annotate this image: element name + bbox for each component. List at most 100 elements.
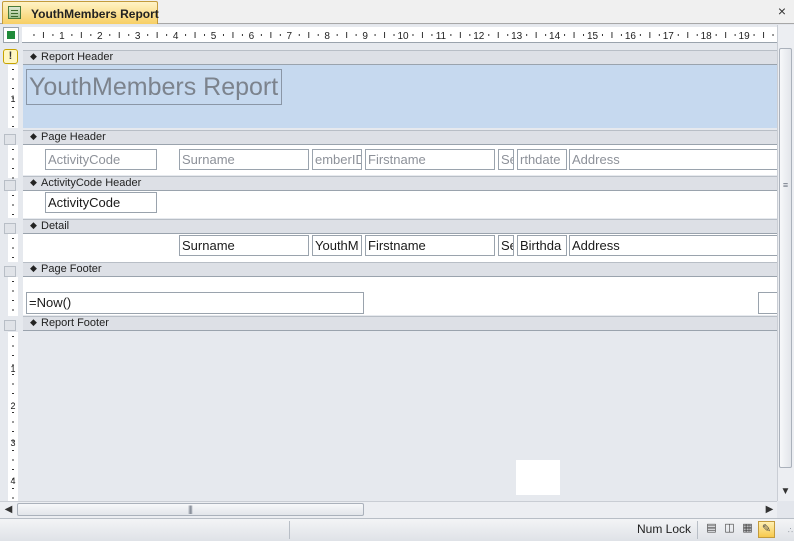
ruler-tick [298, 34, 300, 36]
field-activitycode[interactable]: ActivityCode [45, 192, 157, 213]
ruler-tick [12, 355, 14, 356]
report-view-icon[interactable]: ▤ [703, 521, 720, 538]
ruler-tick [421, 32, 423, 38]
ruler-tick [336, 34, 338, 36]
ruler-tick [12, 469, 14, 470]
ruler-tick [12, 393, 14, 394]
report-header-band[interactable]: YouthMembers Report [23, 65, 777, 128]
design-view-icon[interactable]: ✎ [758, 521, 775, 538]
page-header-bar[interactable]: ◆ Page Header [23, 130, 777, 145]
page-header-label: Page Header [41, 131, 106, 143]
ruler-tick [12, 257, 14, 258]
page-footer-bar[interactable]: ◆ Page Footer [23, 262, 777, 277]
field-firstname[interactable]: Firstname [365, 235, 495, 256]
ruler-number: 13 [511, 31, 523, 42]
activitycode-header-band[interactable]: ActivityCode [23, 191, 777, 218]
ruler-tick [12, 309, 14, 311]
ruler-tick [601, 34, 603, 36]
warning-icon[interactable]: ! [3, 49, 18, 64]
ruler-tick [374, 34, 376, 36]
ruler-number: 4 [173, 31, 179, 42]
ruler-tick [355, 34, 357, 36]
horizontal-ruler[interactable]: 1 2 3 4 5 6 7 8 9 10 11 12 13 14 15 16 17 18 19 [22, 27, 777, 43]
ruler-tick [620, 34, 622, 36]
ruler-tick [12, 421, 14, 423]
ruler-tick [715, 34, 717, 36]
ruler-tick [222, 34, 224, 36]
ruler-tick [33, 34, 35, 36]
ruler-tick [156, 32, 158, 38]
ruler-number: 1 [10, 364, 15, 374]
page-header-selector[interactable] [4, 134, 16, 145]
ruler-tick [42, 32, 44, 38]
ruler-tick [753, 34, 755, 36]
field-page-number[interactable] [758, 292, 777, 314]
ruler-tick [12, 383, 14, 385]
scroll-left-icon[interactable]: ◀ [1, 502, 16, 517]
field-now-expression[interactable]: =Now() [26, 292, 364, 314]
close-icon[interactable]: × [774, 3, 790, 19]
report-selector-button[interactable] [3, 27, 19, 43]
scroll-down-icon[interactable]: ▼ [777, 484, 794, 500]
label-surname[interactable]: Surname [179, 149, 309, 170]
ruler-tick [639, 34, 641, 36]
ruler-number: 15 [587, 31, 599, 42]
ruler-tick [194, 32, 196, 38]
scroll-right-icon[interactable]: ▶ [762, 502, 777, 517]
report-footer-selector[interactable] [4, 320, 16, 331]
field-birthdate[interactable]: Birthda [517, 235, 567, 256]
layout-view-icon[interactable]: ▦ [739, 521, 756, 538]
ruler-number: 10 [397, 31, 409, 42]
scroll-grip-icon: ≡ [782, 180, 789, 190]
ruler-tick [459, 32, 461, 38]
ruler-number: 19 [739, 31, 751, 42]
ruler-tick [12, 168, 14, 169]
field-sex[interactable]: Se [498, 235, 514, 256]
resize-grip-icon[interactable]: ∴ [781, 527, 793, 540]
ruler-number: 14 [549, 31, 561, 42]
detail-bar[interactable]: ◆ Detail [23, 219, 777, 234]
ruler-tick [12, 300, 14, 301]
ruler-number: 3 [10, 438, 15, 448]
ruler-number: 3 [135, 31, 141, 42]
document-tab-youthmembers-report[interactable]: YouthMembers Report [2, 1, 159, 24]
ruler-number: 12 [473, 31, 485, 42]
label-sex[interactable]: Se [498, 149, 514, 170]
ruler-tick [469, 34, 471, 36]
activitycode-header-bar[interactable]: ◆ ActivityCode Header [23, 176, 777, 191]
section-arrow-icon: ◆ [30, 131, 37, 141]
field-address[interactable]: Address [569, 235, 781, 256]
label-address[interactable]: Address [569, 149, 781, 170]
detail-band[interactable]: Surname YouthM Firstname Se Birthda Addr… [23, 234, 781, 262]
field-youthmemberid[interactable]: YouthM [312, 235, 362, 256]
label-activitycode[interactable]: ActivityCode [45, 149, 157, 170]
section-arrow-icon: ◆ [30, 51, 37, 61]
report-footer-bar[interactable]: ◆ Report Footer [23, 316, 777, 331]
ruler-tick [270, 32, 272, 38]
print-preview-icon[interactable]: ◫ [721, 521, 738, 538]
field-surname[interactable]: Surname [179, 235, 309, 256]
activitycode-header-selector[interactable] [4, 180, 16, 191]
ruler-tick [497, 32, 499, 38]
ruler-tick [763, 32, 765, 38]
vertical-scroll-thumb[interactable] [779, 48, 792, 468]
label-birthdate[interactable]: rthdate [517, 149, 567, 170]
ruler-tick [241, 34, 243, 36]
detail-selector[interactable] [4, 223, 16, 234]
label-firstname[interactable]: Firstname [365, 149, 495, 170]
ruler-tick [734, 34, 736, 36]
ruler-tick [573, 32, 575, 38]
report-title-label[interactable]: YouthMembers Report [26, 69, 282, 105]
ruler-tick [658, 34, 660, 36]
page-footer-band[interactable]: =Now() [23, 277, 777, 315]
ruler-number: 4 [10, 476, 15, 486]
ruler-tick [52, 34, 54, 36]
report-header-bar[interactable]: ◆ Report Header [23, 50, 777, 65]
ruler-number: 5 [211, 31, 217, 42]
ruler-tick [696, 34, 698, 36]
page-footer-selector[interactable] [4, 266, 16, 277]
page-header-band[interactable]: ActivityCode Surname emberID Firstname S… [23, 145, 781, 175]
label-memberid[interactable]: emberID [312, 149, 362, 170]
ruler-number: 11 [436, 31, 447, 42]
section-arrow-icon: ◆ [30, 317, 37, 327]
